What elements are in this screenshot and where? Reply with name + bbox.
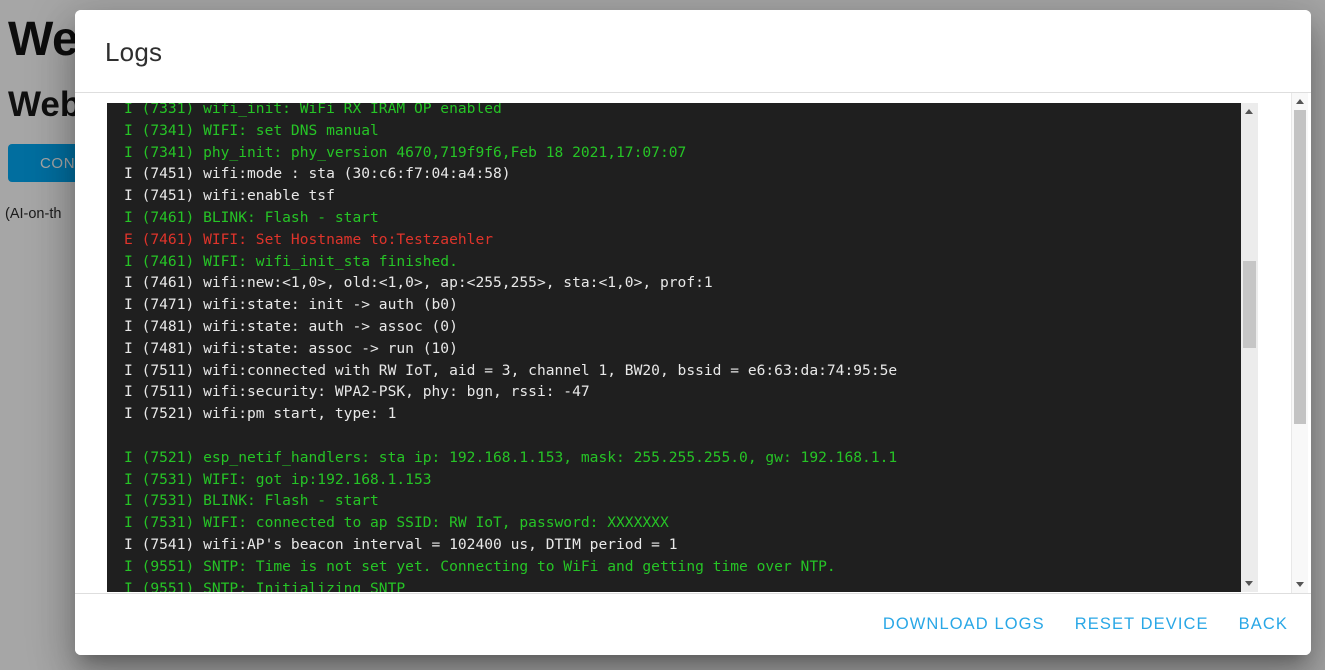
log-line: I (7341) WIFI: set DNS manual [124,120,1241,142]
dialog-content: I (7331) wifi_init: WiFi RX IRAM OP enab… [75,93,1311,593]
log-line: E (7461) WIFI: Set Hostname to:Testzaehl… [124,229,1241,251]
log-line: I (7451) wifi:enable tsf [124,185,1241,207]
log-line: I (7331) wifi_init: WiFi RX IRAM OP enab… [124,103,1241,120]
log-console[interactable]: I (7331) wifi_init: WiFi RX IRAM OP enab… [107,103,1258,592]
log-line: I (7531) BLINK: Flash - start [124,490,1241,512]
back-button[interactable]: BACK [1239,615,1288,634]
log-line: I (7461) wifi:new:<1,0>, old:<1,0>, ap:<… [124,272,1241,294]
content-scrollbar[interactable] [1291,93,1308,593]
scroll-down-icon[interactable] [1241,575,1258,592]
log-lines: I (7331) wifi_init: WiFi RX IRAM OP enab… [107,103,1241,592]
log-line: I (7471) wifi:state: init -> auth (b0) [124,294,1241,316]
scroll-up-icon[interactable] [1241,103,1258,120]
log-line: I (9551) SNTP: Time is not set yet. Conn… [124,556,1241,578]
log-line [124,425,1241,447]
logs-dialog: Logs I (7331) wifi_init: WiFi RX IRAM OP… [75,10,1311,655]
scroll-up-icon[interactable] [1292,93,1309,110]
log-console-viewport: I (7331) wifi_init: WiFi RX IRAM OP enab… [107,103,1241,592]
log-line: I (7511) wifi:connected with RW IoT, aid… [124,360,1241,382]
screen: We Web CON (AI-on-th Logs I (7331) wifi_… [0,0,1325,670]
log-scrollbar-thumb[interactable] [1243,261,1256,348]
log-line: I (7461) WIFI: wifi_init_sta finished. [124,251,1241,273]
log-line: I (7481) wifi:state: auth -> assoc (0) [124,316,1241,338]
log-line: I (7451) wifi:mode : sta (30:c6:f7:04:a4… [124,163,1241,185]
log-line: I (7341) phy_init: phy_version 4670,719f… [124,142,1241,164]
dialog-header: Logs [75,10,1311,93]
log-line: I (7481) wifi:state: assoc -> run (10) [124,338,1241,360]
log-line: I (7541) wifi:AP's beacon interval = 102… [124,534,1241,556]
dialog-title: Logs [105,37,162,68]
log-line: I (9551) SNTP: Initializing SNTP [124,578,1241,592]
log-line: I (7521) wifi:pm start, type: 1 [124,403,1241,425]
log-line: I (7511) wifi:security: WPA2-PSK, phy: b… [124,381,1241,403]
reset-device-button[interactable]: RESET DEVICE [1075,615,1209,634]
download-logs-button[interactable]: DOWNLOAD LOGS [883,615,1045,634]
scroll-down-icon[interactable] [1292,576,1309,593]
log-scrollbar[interactable] [1241,103,1258,592]
dialog-footer: DOWNLOAD LOGS RESET DEVICE BACK [75,593,1311,655]
log-line: I (7521) esp_netif_handlers: sta ip: 192… [124,447,1241,469]
content-scrollbar-thumb[interactable] [1294,110,1306,424]
log-line: I (7461) BLINK: Flash - start [124,207,1241,229]
log-line: I (7531) WIFI: connected to ap SSID: RW … [124,512,1241,534]
log-line: I (7531) WIFI: got ip:192.168.1.153 [124,469,1241,491]
